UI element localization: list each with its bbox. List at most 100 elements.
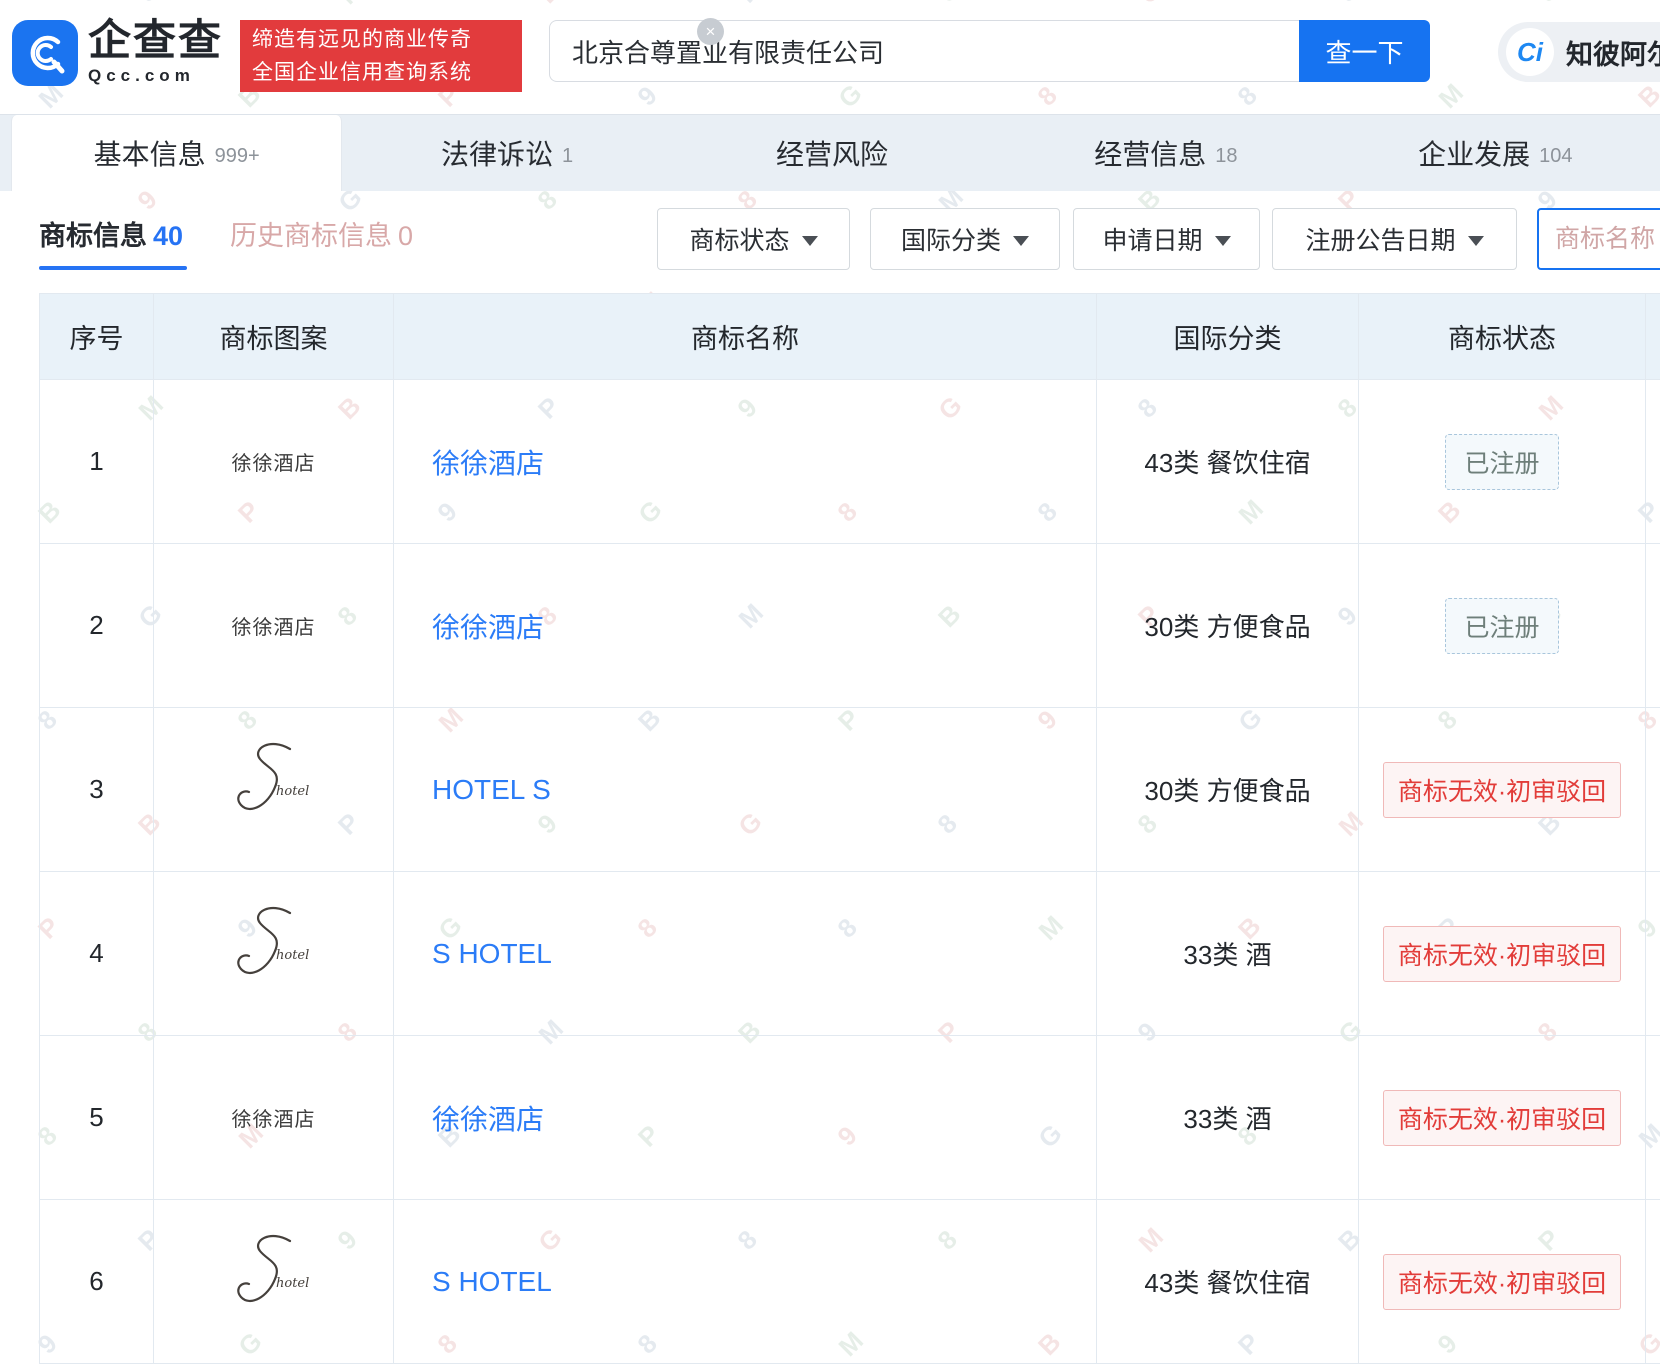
table-row: 4 hotel S HOTEL 33类 酒 商标无效·初审驳回 (40, 872, 1660, 1036)
col-intl-class: 国际分类 (1097, 294, 1359, 380)
search-bar: 查一下 (549, 20, 1430, 82)
table-row: 2 徐徐酒店 徐徐酒店 30类 方便食品 已注册 (40, 544, 1660, 708)
status-badge: 已注册 (1445, 434, 1558, 490)
s-hotel-script-logo: hotel (224, 739, 324, 835)
chevron-down-icon (1468, 236, 1484, 246)
clipped-cell (1646, 380, 1660, 544)
status-badge: 商标无效·初审驳回 (1383, 1254, 1621, 1310)
filter-label: 注册公告日期 (1305, 221, 1455, 257)
serial-number: 6 (40, 1200, 154, 1364)
svg-text:hotel: hotel (276, 1276, 309, 1291)
trademark-name-link[interactable]: 徐徐酒店 (432, 448, 544, 479)
status-badge: 商标无效·初审驳回 (1383, 1090, 1621, 1146)
slogan-line1: 缔造有远见的商业传奇 (252, 23, 522, 56)
serial-number: 5 (40, 1036, 154, 1200)
tab-count: 999+ (215, 139, 260, 168)
filter-label: 申请日期 (1102, 221, 1202, 257)
subtab-trademark-info[interactable]: 商标信息 40 (39, 214, 183, 253)
tab-label: 企业发展 (1418, 133, 1530, 173)
brand-domain: Qcc.com (88, 66, 238, 86)
brand-name: 企查查 (88, 18, 238, 64)
intl-class-value: 33类 酒 (1097, 1036, 1359, 1200)
trademark-name-link[interactable]: S HOTEL (432, 938, 552, 969)
filter-registration-announcement-date[interactable]: 注册公告日期 (1272, 208, 1517, 270)
page: 88MBP9G88MBP9G88MBP9G88MBP9G88MBP9G88MBP… (0, 0, 1660, 1364)
serial-number: 4 (40, 872, 154, 1036)
serial-number: 2 (40, 544, 154, 708)
col-trademark-image: 商标图案 (154, 294, 394, 380)
tab-basic-info[interactable]: 基本信息 999+ (11, 115, 342, 191)
trademark-name-filter-input[interactable] (1537, 208, 1660, 270)
serial-number: 1 (40, 380, 154, 544)
clipped-cell (1646, 1200, 1660, 1364)
qcc-magnifier-glyph (22, 30, 68, 76)
clear-search-icon[interactable]: × (697, 18, 724, 45)
tab-company-development[interactable]: 企业发展 104 (1331, 115, 1660, 191)
clipped-cell (1646, 1036, 1660, 1200)
brand-block: 企查查 Qcc.com (88, 18, 238, 86)
tab-label: 经营风险 (776, 133, 888, 173)
trademark-image-thumbnail[interactable]: hotel (224, 739, 324, 840)
intl-class-value: 43类 餐饮住宿 (1097, 1200, 1359, 1364)
status-badge: 商标无效·初审驳回 (1383, 926, 1621, 982)
trademark-name-link[interactable]: S HOTEL (432, 1266, 552, 1297)
table-row: 3 hotel HOTEL S 30类 方便食品 商标无效·初审驳回 (40, 708, 1660, 872)
tab-count: 18 (1215, 139, 1237, 168)
search-button[interactable]: 查一下 (1299, 20, 1430, 82)
trademark-image-thumbnail[interactable]: 徐徐酒店 (232, 451, 316, 475)
trademark-image-thumbnail[interactable]: 徐徐酒店 (232, 615, 316, 639)
col-clipped (1646, 294, 1660, 380)
slogan-banner: 缔造有远见的商业传奇 全国企业信用查询系统 (240, 20, 522, 92)
chevron-down-icon (1215, 236, 1231, 246)
search-input[interactable] (549, 20, 1299, 82)
intl-class-value: 30类 方便食品 (1097, 544, 1359, 708)
table-row: 6 hotel S HOTEL 43类 餐饮住宿 商标无效·初审驳回 (40, 1200, 1660, 1364)
tab-legal-litigation[interactable]: 法律诉讼 1 (342, 115, 671, 191)
filter-label: 国际分类 (901, 221, 1001, 257)
filter-trademark-status[interactable]: 商标状态 (657, 208, 850, 270)
tab-operation-info[interactable]: 经营信息 18 (1001, 115, 1330, 191)
zhibi-alpha-pill[interactable]: Ci 知彼阿尔 (1498, 22, 1660, 82)
s-hotel-script-logo: hotel (224, 1231, 324, 1327)
zhibi-alpha-logo-icon: Ci (1506, 28, 1554, 76)
zhibi-alpha-label: 知彼阿尔 (1566, 33, 1660, 72)
svg-text:hotel: hotel (276, 784, 309, 799)
filter-apply-date[interactable]: 申请日期 (1073, 208, 1260, 270)
tab-count: 104 (1539, 139, 1572, 168)
chevron-down-icon (1013, 236, 1029, 246)
col-serial: 序号 (40, 294, 154, 380)
filter-label: 商标状态 (689, 221, 789, 257)
clipped-cell (1646, 708, 1660, 872)
s-hotel-script-logo: hotel (224, 903, 324, 999)
trademark-name-link[interactable]: 徐徐酒店 (432, 1104, 544, 1135)
table-header-row: 序号 商标图案 商标名称 国际分类 商标状态 (40, 294, 1660, 380)
tab-label: 法律诉讼 (441, 133, 553, 173)
slogan-line2: 全国企业信用查询系统 (252, 56, 522, 89)
tab-operation-risk[interactable]: 经营风险 (672, 115, 1001, 191)
subtab-count: 0 (398, 221, 413, 252)
trademark-table: 序号 商标图案 商标名称 国际分类 商标状态 1 徐徐酒店 徐徐酒店 43类 餐… (39, 293, 1660, 1364)
intl-class-value: 43类 餐饮住宿 (1097, 380, 1359, 544)
tab-label: 经营信息 (1094, 133, 1206, 173)
col-trademark-status: 商标状态 (1359, 294, 1646, 380)
subtab-history-trademark-info[interactable]: 历史商标信息 0 (230, 214, 413, 253)
tab-count: 1 (562, 139, 573, 168)
status-badge: 商标无效·初审驳回 (1383, 762, 1621, 818)
trademark-name-link[interactable]: 徐徐酒店 (432, 612, 544, 643)
subtab-count: 40 (153, 221, 183, 252)
serial-number: 3 (40, 708, 154, 872)
col-trademark-name: 商标名称 (394, 294, 1097, 380)
tab-label: 基本信息 (94, 133, 206, 173)
qcc-logo-icon[interactable] (12, 20, 78, 86)
chevron-down-icon (802, 236, 818, 246)
trademark-image-thumbnail[interactable]: hotel (224, 903, 324, 1004)
clipped-cell (1646, 544, 1660, 708)
filter-intl-class[interactable]: 国际分类 (870, 208, 1060, 270)
trademark-image-thumbnail[interactable]: hotel (224, 1231, 324, 1332)
main-tabbar: 基本信息 999+ 法律诉讼 1 经营风险 经营信息 18 企业发展 104 (0, 114, 1660, 191)
table-row: 1 徐徐酒店 徐徐酒店 43类 餐饮住宿 已注册 (40, 380, 1660, 544)
trademark-name-link[interactable]: HOTEL S (432, 774, 551, 805)
subtab-label: 商标信息 (39, 214, 147, 253)
trademark-image-thumbnail[interactable]: 徐徐酒店 (232, 1107, 316, 1131)
table-row: 5 徐徐酒店 徐徐酒店 33类 酒 商标无效·初审驳回 (40, 1036, 1660, 1200)
